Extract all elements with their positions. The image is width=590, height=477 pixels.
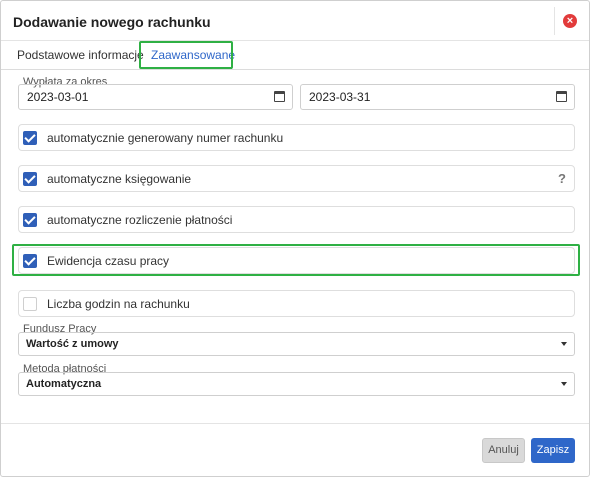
checkbox-checked[interactable] [23,131,37,145]
tab-bar: Podstawowe informacje Zaawansowane [1,41,589,70]
option-auto-settlement[interactable]: automatyczne rozliczenie płatności [18,206,575,233]
checkbox-unchecked[interactable] [23,297,37,311]
checkbox-checked[interactable] [23,254,37,268]
period-from-input[interactable]: 2023-03-01 [18,84,293,110]
fund-value: Wartość z umowy [26,338,119,350]
cancel-button[interactable]: Anuluj [482,438,525,463]
checkbox-checked[interactable] [23,213,37,227]
chevron-down-icon [561,382,567,386]
close-icon[interactable]: × [563,14,577,28]
option-auto-booking[interactable]: automatyczne księgowanie ? [18,165,575,192]
period-from-value: 2023-03-01 [27,90,89,104]
header-divider [554,7,555,35]
option-label: automatyczne rozliczenie płatności [47,213,233,227]
period-to-input[interactable]: 2023-03-31 [300,84,575,110]
option-label: automatyczne księgowanie [47,172,192,186]
option-label: Liczba godzin na rachunku [47,297,190,311]
option-label: Ewidencja czasu pracy [47,254,170,268]
period-to-value: 2023-03-31 [309,90,371,104]
checkbox-checked[interactable] [23,172,37,186]
dialog-title: Dodawanie nowego rachunku [13,14,211,30]
chevron-down-icon [561,342,567,346]
option-time-tracking[interactable]: Ewidencja czasu pracy [18,247,575,274]
calendar-icon[interactable] [274,91,285,102]
dialog-footer: Anuluj Zapisz [1,423,589,477]
fund-select[interactable]: Wartość z umowy [18,332,575,356]
option-auto-number[interactable]: automatycznie generowany numer rachunku [18,124,575,151]
help-icon[interactable]: ? [558,171,566,186]
active-tab-indicator [144,67,232,69]
payment-value: Automatyczna [26,378,102,390]
dialog-header: Dodawanie nowego rachunku × [1,1,589,41]
payment-method-select[interactable]: Automatyczna [18,372,575,396]
save-button[interactable]: Zapisz [531,438,575,463]
scrollbar[interactable] [581,71,587,423]
option-label: automatycznie generowany numer rachunku [47,131,284,145]
calendar-icon[interactable] [556,91,567,102]
tab-advanced[interactable]: Zaawansowane [151,48,235,62]
option-hours-on-invoice[interactable]: Liczba godzin na rachunku [18,290,575,317]
tab-basic-info[interactable]: Podstawowe informacje [17,48,144,62]
add-invoice-dialog: Dodawanie nowego rachunku × Podstawowe i… [0,0,590,477]
